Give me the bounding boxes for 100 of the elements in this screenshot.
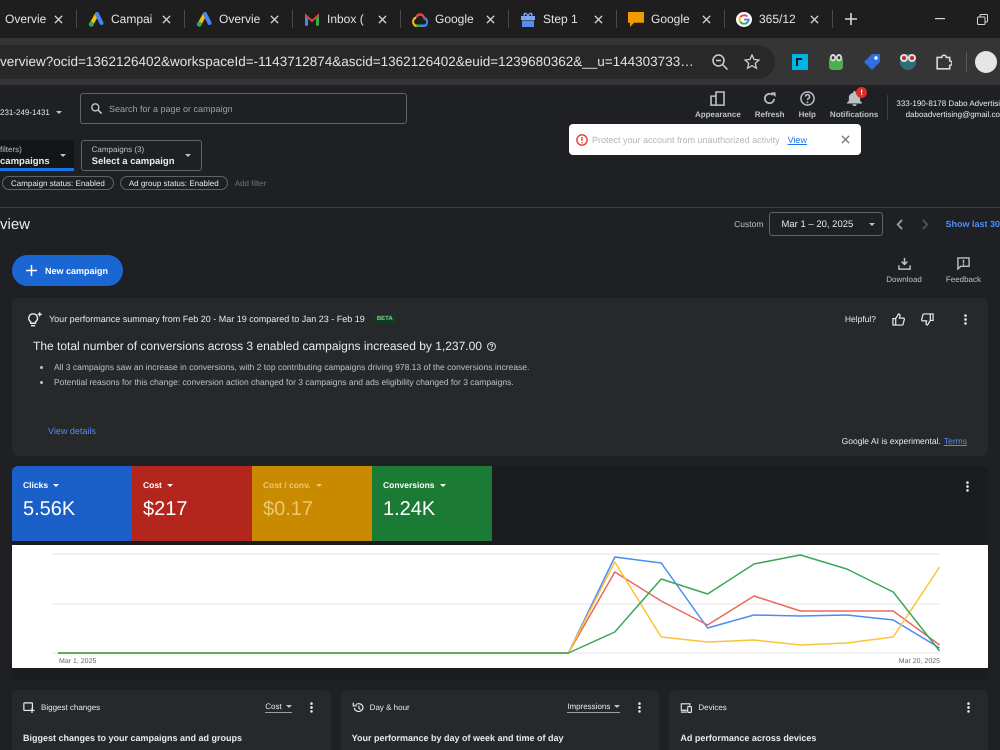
browser-tab[interactable]: Google xyxy=(617,5,724,33)
browser-tab[interactable]: Step 1 xyxy=(509,5,616,33)
view-details-link[interactable]: View details xyxy=(48,426,96,436)
card-subtitle: Ad performance across devices xyxy=(680,733,818,743)
view-dropdown[interactable]: Campaigns (3) Select a campaign xyxy=(80,140,202,171)
caret-icon xyxy=(614,704,620,708)
mail-logo-icon xyxy=(304,12,320,26)
range-label: Custom xyxy=(734,219,764,229)
star-icon[interactable] xyxy=(744,54,760,70)
header-action-button[interactable]: Refresh xyxy=(754,91,785,119)
search-icon xyxy=(91,103,102,114)
new-campaign-button[interactable]: New campaign xyxy=(12,255,123,286)
view-link[interactable]: View xyxy=(788,134,807,144)
summary-heading: Your performance summary from Feb 20 - Mar 19 compared to Jan 23 - Feb 19 xyxy=(49,314,365,324)
browser-tab[interactable]: 365/12 xyxy=(725,5,832,33)
download-button[interactable]: Download xyxy=(886,257,922,284)
summary-headline: The total number of conversions across 3 enabled campaigns increased by 1,237.00 xyxy=(33,339,482,353)
feedback-icon xyxy=(956,257,970,270)
search-field[interactable]: Search for a page or campaign xyxy=(80,93,407,124)
metric-dropdown[interactable]: Cost xyxy=(265,702,292,712)
more-options-icon[interactable] xyxy=(967,702,970,712)
card-title: Devices xyxy=(698,702,727,712)
browser-tab[interactable]: Overvie xyxy=(185,5,292,33)
thumbs-up-icon[interactable] xyxy=(892,312,905,326)
metric-dropdown[interactable]: Impressions xyxy=(567,702,620,712)
avatar-icon[interactable] xyxy=(975,50,997,72)
thumbs-down-icon[interactable] xyxy=(921,312,934,326)
filter-chip[interactable]: Ad group status: Enabled xyxy=(120,176,228,190)
caret-icon xyxy=(184,154,191,157)
alert-message: Protect your account from unauthorized activity xyxy=(592,134,780,144)
browser-tab[interactable]: Inbox ( xyxy=(293,5,400,33)
address-bar[interactable]: verview?ocid=1362126402&workspaceId=-1143712874&ascid=1362126402&euid=1239680362&__u=144303733… xyxy=(0,44,775,78)
tag-icon[interactable] xyxy=(864,54,880,70)
metric-tile[interactable]: Conversions 1.24K xyxy=(372,466,492,541)
help-icon[interactable] xyxy=(486,342,496,350)
minimize-icon[interactable] xyxy=(935,18,945,20)
date-range-dropdown[interactable]: Mar 1 – 20, 2025 xyxy=(769,212,884,236)
caret-icon xyxy=(53,484,60,486)
terms-link[interactable]: Terms xyxy=(944,436,967,446)
more-options-icon[interactable] xyxy=(966,481,969,492)
refresh-icon xyxy=(762,91,778,106)
metric-tile[interactable]: Cost $217 xyxy=(132,466,252,541)
browser-tab[interactable]: Google xyxy=(401,5,508,33)
metric-value: 5.56K xyxy=(23,499,76,519)
puzzle-icon[interactable] xyxy=(936,54,952,70)
layout-icon xyxy=(710,91,726,106)
bell-icon xyxy=(846,91,862,106)
more-options-icon[interactable] xyxy=(638,702,642,712)
metric-dropdown[interactable]: Clicks xyxy=(23,480,60,490)
box-plus-icon xyxy=(23,702,35,712)
notification-badge: ! xyxy=(856,87,868,98)
header-action-button[interactable]: Appearance xyxy=(694,91,741,119)
page-title: view xyxy=(0,216,30,232)
card-subtitle: Your performance by day of week and time of day xyxy=(352,733,565,743)
card-title: Day & hour xyxy=(370,702,410,712)
filter-chip[interactable]: Campaign status: Enabled xyxy=(2,176,114,190)
url-text: verview?ocid=1362126402&workspaceId=-1143712874&ascid=1362126402&euid=1239680362&__u=144303733… xyxy=(0,54,695,69)
creature-icon[interactable] xyxy=(828,54,844,70)
metric-dropdown[interactable]: Cost xyxy=(143,480,173,490)
account-id[interactable]: 231-249-1431 xyxy=(0,108,50,117)
browser-tab[interactable]: Overvie xyxy=(0,5,76,33)
metric-value: 1.24K xyxy=(383,499,436,519)
metric-dropdown[interactable]: Conversions xyxy=(383,480,446,490)
chevron-left-icon[interactable] xyxy=(896,218,904,230)
account-name[interactable]: 333-190-8178 Dabo Advertisi xyxy=(896,99,1000,108)
more-options-icon[interactable] xyxy=(310,702,313,712)
bullet-text: Potential reasons for this change: conversion action changed for 3 campaigns and ads eligibility changed for 3 campaigns. xyxy=(54,377,514,387)
alert-icon xyxy=(576,134,588,146)
triangle-logo-icon xyxy=(196,12,212,26)
browser-tab[interactable]: Campai xyxy=(77,5,184,33)
card-title: Biggest changes xyxy=(41,702,100,712)
triangle-logo-icon xyxy=(88,12,104,26)
account-email[interactable]: daboadvertising@gmail.co xyxy=(906,110,1000,119)
more-options-icon[interactable] xyxy=(964,314,967,324)
zoom-icon[interactable] xyxy=(712,54,728,70)
history-icon xyxy=(352,702,364,712)
plus-icon[interactable] xyxy=(845,13,857,25)
goggles-icon[interactable] xyxy=(900,54,916,70)
restore-icon[interactable] xyxy=(977,14,988,24)
help-icon xyxy=(800,91,815,106)
helpful-label: Helpful? xyxy=(844,314,876,324)
metric-tile[interactable]: Clicks 5.56K xyxy=(12,466,132,541)
cloud-icon xyxy=(412,12,428,26)
view-dropdown[interactable]: filters) campaigns xyxy=(0,140,74,171)
feedback-button[interactable]: Feedback xyxy=(946,257,981,284)
caret-icon[interactable] xyxy=(56,111,62,114)
g-logo-icon xyxy=(736,12,752,26)
bullet-text: All 3 campaigns saw an increase in conversions, with 2 top contributing campaigns driving 978.13 of the conversions increase. xyxy=(54,362,530,372)
metric-value: $0.17 xyxy=(263,499,314,519)
devices-icon xyxy=(680,702,692,712)
lightbulb-sparkle-icon xyxy=(27,311,43,327)
header-action-button[interactable]: Help xyxy=(798,91,816,119)
gift-icon xyxy=(520,12,536,26)
chat-bubble-icon xyxy=(628,12,644,26)
caret-icon xyxy=(869,222,876,226)
caret-icon xyxy=(440,484,446,486)
caret-icon xyxy=(286,704,292,708)
app-tile-icon[interactable] xyxy=(792,54,808,70)
show-last-link[interactable]: Show last 30 xyxy=(945,219,1000,229)
caret-icon xyxy=(316,484,322,486)
